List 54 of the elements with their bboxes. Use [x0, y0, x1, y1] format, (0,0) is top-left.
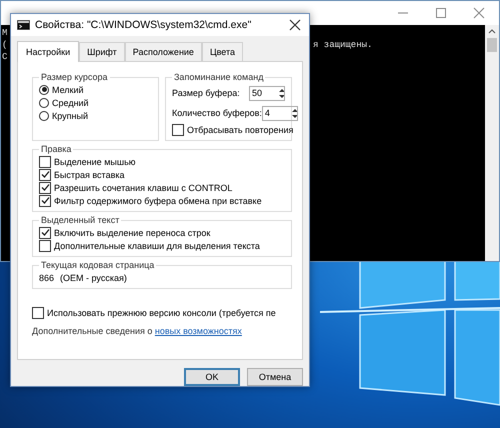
checkbox-label[interactable]: Быстрая вставка	[54, 170, 125, 180]
checkbox[interactable]	[39, 240, 51, 252]
checkbox-label[interactable]: Фильтр содержимого буфера обмена при вставке	[54, 196, 262, 206]
tab[interactable]: Расположение	[124, 42, 202, 61]
tab[interactable]: Цвета	[202, 42, 244, 61]
close-icon[interactable]	[289, 19, 301, 31]
checkbox-label[interactable]: Отбрасывать повторения	[187, 124, 294, 134]
checkbox[interactable]	[39, 168, 51, 180]
number-input[interactable]: 4	[262, 108, 289, 118]
number-spinner[interactable]: 50	[249, 86, 285, 100]
dialog-button[interactable]: OK	[184, 368, 240, 386]
checkbox-label[interactable]: Выделение мышью	[54, 156, 136, 166]
code-page-name: (OEM - русская)	[60, 273, 127, 283]
checkbox[interactable]	[39, 182, 51, 194]
tab[interactable]: Настройки	[17, 41, 80, 62]
console-text: я защищены.	[313, 40, 372, 50]
radio-label[interactable]: Крупный	[52, 110, 88, 120]
checkbox[interactable]	[39, 194, 51, 206]
console-app-icon	[17, 20, 30, 30]
tab[interactable]: Шрифт	[79, 42, 125, 61]
scrollbar-thumb[interactable]	[487, 38, 497, 52]
group-title: Текущая кодовая страница	[40, 260, 156, 270]
code-page-number: 866	[39, 273, 54, 283]
features-link[interactable]: новых возможностях	[154, 326, 242, 336]
checkbox[interactable]	[39, 226, 51, 238]
radio-label[interactable]: Мелкий	[52, 84, 84, 94]
dialog-button[interactable]: Отмена	[247, 368, 303, 386]
window-title: Свойства: "C:\WINDOWS\system32\cmd.exe"	[35, 19, 252, 31]
scrollbar[interactable]	[485, 25, 499, 261]
group-title: Размер курсора	[40, 72, 108, 82]
group-title: Выделенный текст	[40, 215, 120, 225]
console-text: M	[2, 28, 8, 38]
group-title: Правка	[40, 144, 72, 154]
checkbox-label[interactable]: Включить выделение переноса строк	[54, 228, 210, 238]
field-label: Размер буфера:	[172, 88, 240, 98]
scroll-up-icon[interactable]	[488, 28, 496, 34]
checkbox[interactable]	[172, 124, 184, 136]
radio-button[interactable]	[39, 110, 49, 120]
number-spinner[interactable]: 4	[262, 106, 298, 120]
field-label: Количество буферов:	[172, 108, 262, 118]
checkbox[interactable]	[39, 156, 51, 168]
checkbox-label[interactable]: Использовать прежнюю версию консоли (требуется пе	[47, 308, 276, 318]
number-input[interactable]: 50	[250, 88, 276, 98]
group-title: Запоминание команд	[173, 72, 264, 82]
checkbox[interactable]	[32, 306, 44, 318]
maximize-icon[interactable]	[435, 7, 447, 19]
radio-button[interactable]	[39, 84, 49, 94]
checkbox-label[interactable]: Разрешить сочетания клавиш с CONTROL	[54, 182, 232, 192]
checkbox-label[interactable]: Дополнительные клавиши для выделения текста	[54, 240, 260, 250]
console-text: C	[2, 52, 8, 62]
radio-button[interactable]	[39, 98, 49, 108]
radio-label[interactable]: Средний	[52, 98, 89, 108]
info-text: Дополнительные сведения о новых возможностях	[32, 326, 243, 336]
console-text: (	[2, 40, 8, 50]
